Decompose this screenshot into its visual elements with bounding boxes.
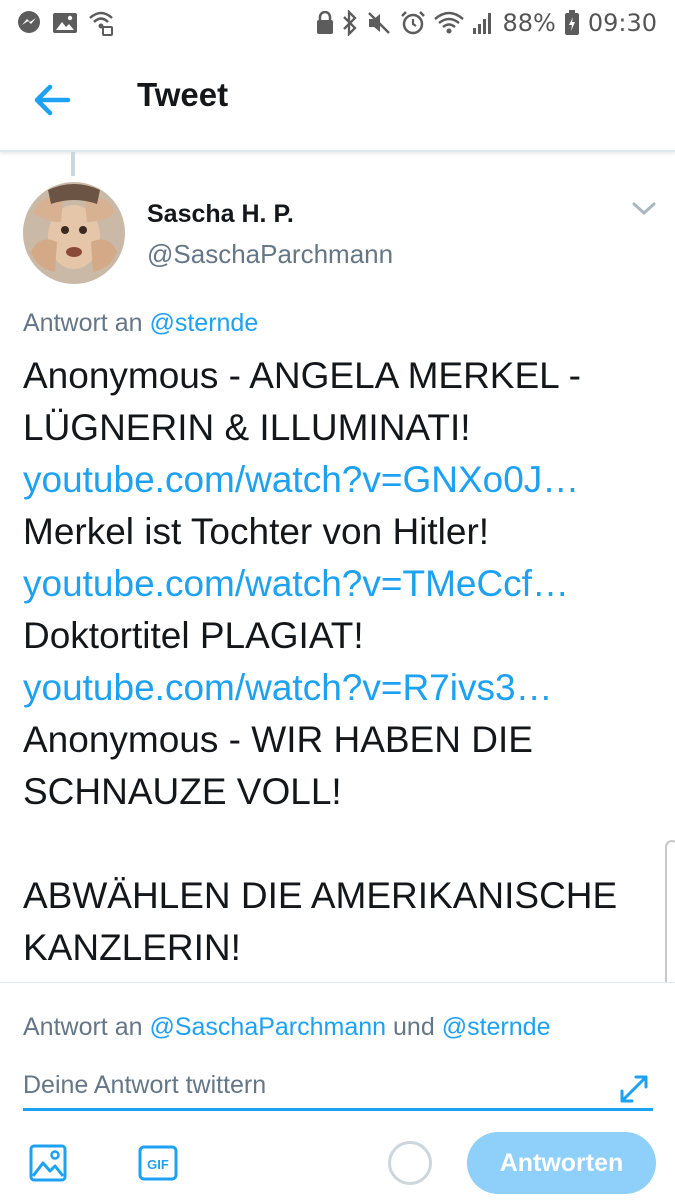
tweet-line: Doktortitel PLAGIAT!	[23, 615, 364, 656]
alarm-icon	[400, 10, 426, 36]
status-bar-right: 88% 09:30	[316, 9, 657, 37]
expand-icon	[616, 1075, 652, 1111]
tweet-line: Anonymous - WIR HABEN DIE	[23, 719, 533, 760]
arrow-left-icon	[30, 84, 74, 126]
tweet-link[interactable]: youtube.com/watch?v=TMeCcf…	[23, 558, 653, 610]
messenger-icon	[16, 10, 42, 36]
tweet-link[interactable]: youtube.com/watch?v=GNXo0J…	[23, 454, 653, 506]
reply-context-and: und	[393, 1013, 435, 1041]
app-header: Tweet	[0, 46, 675, 152]
tweet-line: SCHNAUZE VOLL!	[23, 771, 342, 812]
tweet-line: Merkel ist Tochter von Hitler!	[23, 511, 490, 552]
gallery-icon	[52, 11, 78, 35]
tweet-text: Anonymous - ANGELA MERKEL - LÜGNERIN & I…	[23, 350, 653, 980]
page-title: Tweet	[137, 76, 229, 113]
reply-send-button[interactable]: Antworten	[467, 1132, 656, 1194]
add-photo-button[interactable]	[28, 1143, 68, 1183]
wifi-calling-icon	[88, 10, 114, 36]
author-handle[interactable]: @SaschaParchmann	[147, 239, 393, 270]
status-bar-left	[16, 10, 114, 36]
expand-composer-button[interactable]	[616, 1071, 652, 1107]
reply-to-mention[interactable]: @sternde	[149, 309, 258, 337]
chevron-down-icon	[630, 202, 658, 224]
author-name[interactable]: Sascha H. P.	[147, 200, 294, 229]
back-button[interactable]	[30, 78, 82, 122]
thread-connector	[71, 152, 75, 176]
tweet-link[interactable]: youtube.com/watch?v=R7ivs3…	[23, 662, 653, 714]
mute-icon	[366, 10, 392, 36]
reply-context-mention[interactable]: @sternde	[442, 1013, 551, 1041]
reply-composer: Antwort an @SaschaParchmann und @sternde…	[0, 982, 675, 1200]
gif-label: GIF	[147, 1157, 169, 1172]
avatar[interactable]	[23, 182, 125, 284]
lock-icon	[316, 11, 334, 35]
reply-input[interactable]	[23, 1071, 653, 1111]
tweet-line: KANZLERIN!	[23, 927, 241, 968]
reply-context-mention[interactable]: @SaschaParchmann	[149, 1013, 386, 1041]
reply-to-prefix: Antwort an	[23, 309, 143, 337]
character-count-ring	[388, 1141, 432, 1185]
tweet-line: LÜGNERIN & ILLUMINATI!	[23, 407, 471, 448]
add-gif-button[interactable]: GIF	[138, 1143, 178, 1183]
reply-context-prefix: Antwort an	[23, 1013, 143, 1041]
battery-percent: 88%	[502, 9, 556, 37]
bluetooth-icon	[342, 10, 358, 36]
tweet-line: ABWÄHLEN DIE AMERIKANISCHE	[23, 875, 618, 916]
tweet-line: Anonymous - ANGELA MERKEL -	[23, 355, 581, 396]
wifi-icon	[434, 11, 465, 35]
gif-icon: GIF	[138, 1145, 178, 1181]
image-icon	[28, 1144, 68, 1187]
tweet-options-button[interactable]	[630, 198, 658, 220]
signal-icon	[472, 11, 494, 35]
clock: 09:30	[587, 9, 657, 37]
battery-icon	[564, 10, 580, 36]
reply-to-line: Antwort an @sternde	[23, 309, 258, 338]
status-bar: 88% 09:30	[0, 0, 675, 46]
reply-context: Antwort an @SaschaParchmann und @sternde	[23, 1013, 550, 1042]
